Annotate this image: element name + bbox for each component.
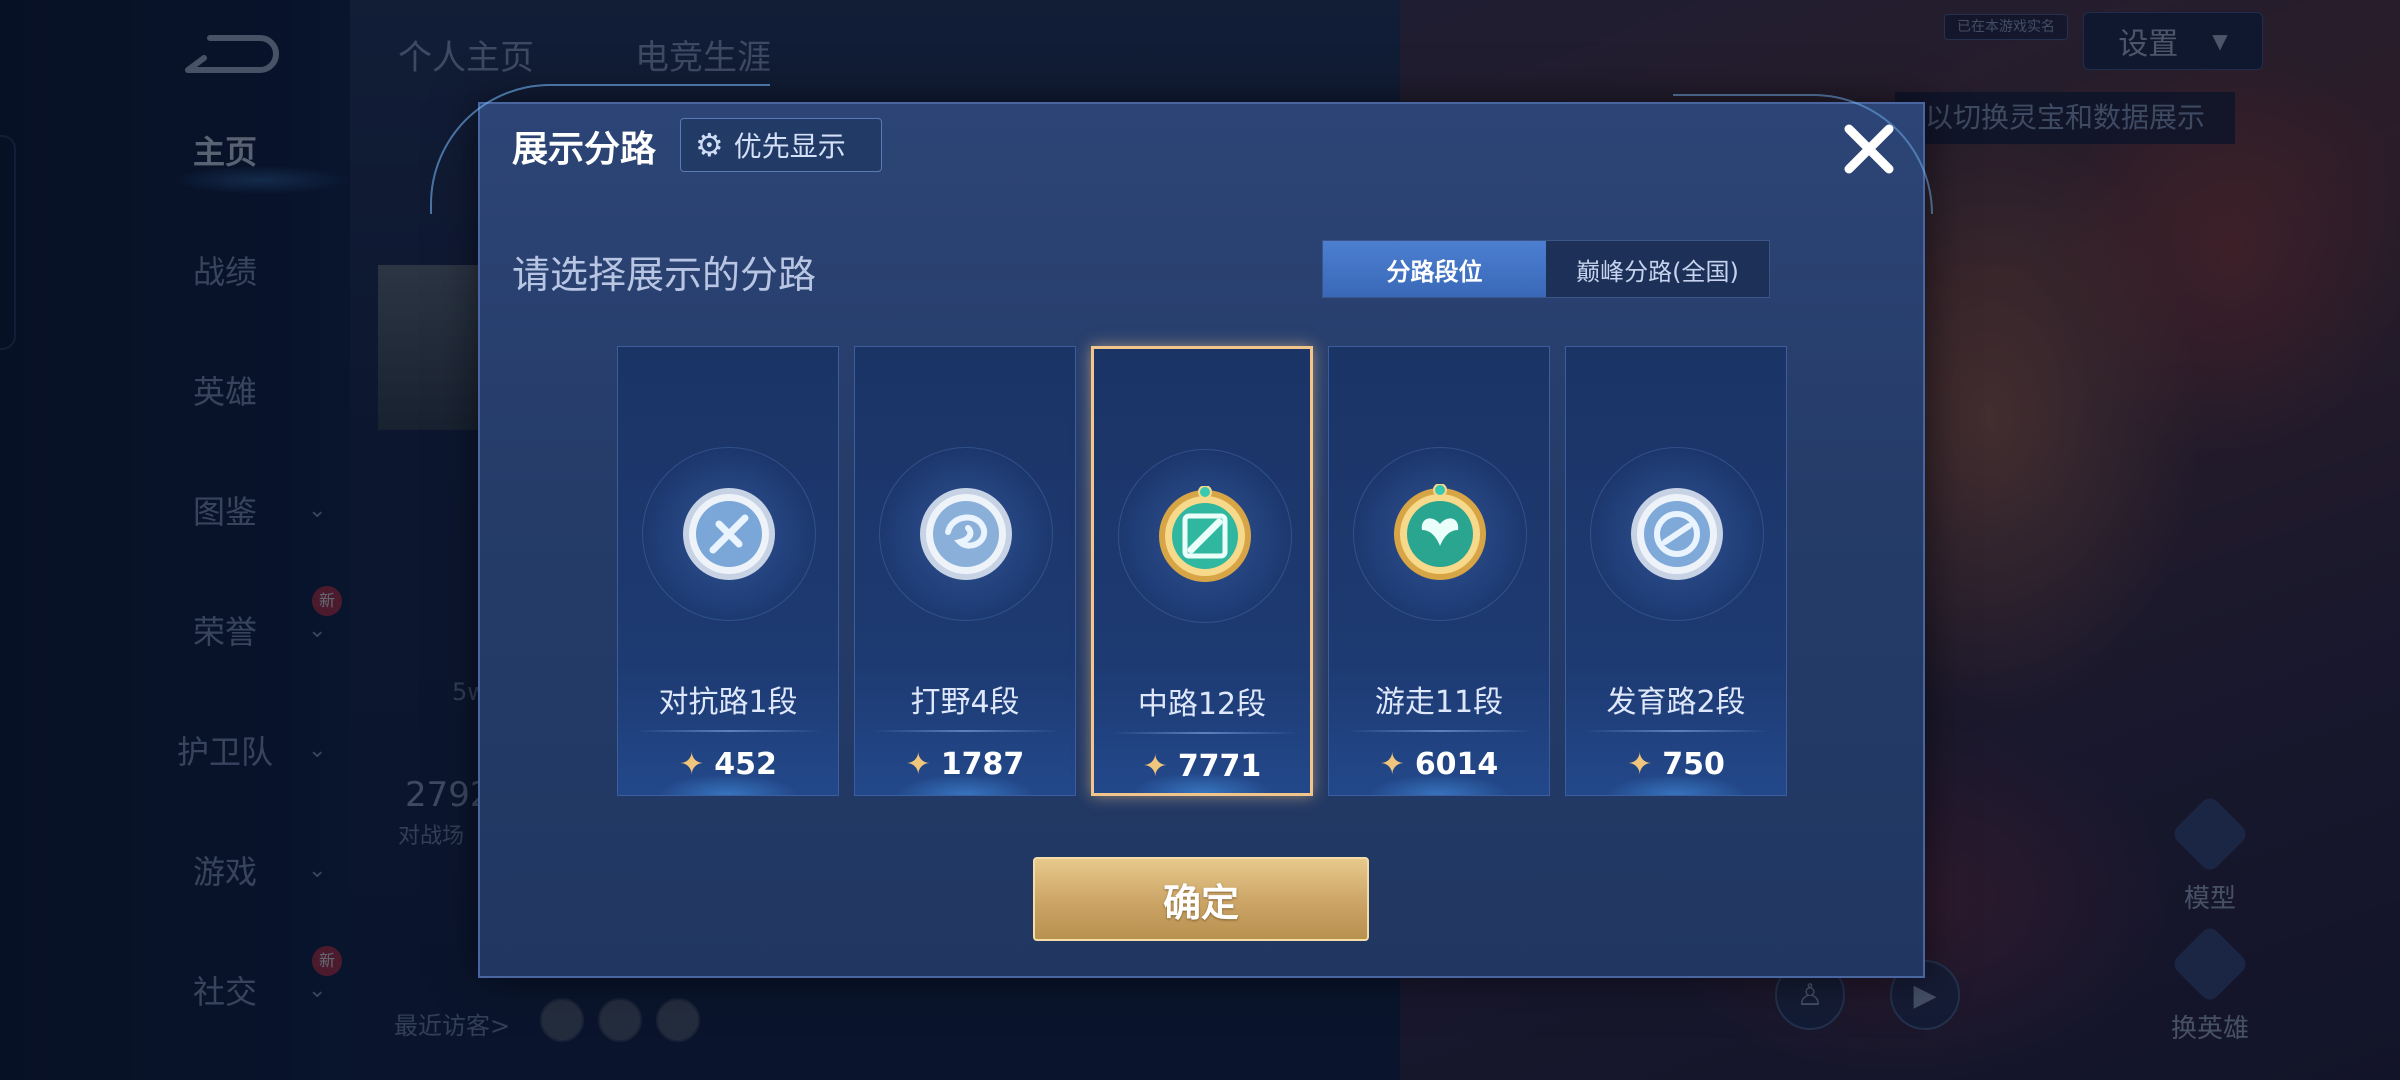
lane-rank-label: 发育路2段 xyxy=(1606,685,1746,720)
dialog-subtitle: 请选择展示的分路 xyxy=(512,253,817,297)
lane-card-glow xyxy=(618,735,838,795)
lane-rank-label: 对抗路1段 xyxy=(658,685,798,720)
confirm-button[interactable]: 确定 xyxy=(1033,857,1369,941)
divider xyxy=(1584,730,1770,732)
lane-display-dialog: 展示分路 ⚙ 优先显示 请选择展示的分路 分路段位 巅峰分路(全国) 对抗路1段… xyxy=(430,84,1933,978)
dialog-title: 展示分路 xyxy=(512,129,657,170)
roam-wings-icon xyxy=(1390,483,1490,584)
lane-card[interactable]: 中路12段✦7771 xyxy=(1091,346,1313,796)
close-button[interactable] xyxy=(1834,114,1904,184)
lane-rank-label: 中路12段 xyxy=(1137,687,1267,722)
lane-card[interactable]: 游走11段✦6014 xyxy=(1328,346,1550,796)
mid-lane-icon xyxy=(1155,485,1255,586)
gear-icon: ⚙ xyxy=(695,126,724,164)
lane-mode-toggle: 分路段位 巅峰分路(全国) xyxy=(1322,240,1770,298)
close-icon xyxy=(1844,124,1894,174)
lane-rank-label: 游走11段 xyxy=(1374,685,1504,720)
lane-card-glow xyxy=(1566,735,1786,795)
lane-card-glow xyxy=(855,735,1075,795)
lane-card-glow xyxy=(1094,733,1310,793)
divider xyxy=(873,730,1059,732)
priority-display-button[interactable]: ⚙ 优先显示 xyxy=(680,118,882,172)
tab-peak-lane-national[interactable]: 巅峰分路(全国) xyxy=(1546,241,1769,297)
lane-rank-label: 打野4段 xyxy=(910,685,1020,720)
priority-display-label: 优先显示 xyxy=(733,130,846,163)
divider xyxy=(636,730,822,732)
jungle-dragon-icon xyxy=(916,484,1016,584)
farm-lane-icon xyxy=(1627,484,1727,584)
lane-card-glow xyxy=(1329,735,1549,795)
lane-card[interactable]: 打野4段✦1787 xyxy=(854,346,1076,796)
lane-card[interactable]: 对抗路1段✦452 xyxy=(617,346,839,796)
lane-card[interactable]: 发育路2段✦750 xyxy=(1565,346,1787,796)
divider xyxy=(1347,730,1533,732)
tab-lane-rank[interactable]: 分路段位 xyxy=(1323,241,1546,297)
clash-lane-icon xyxy=(679,484,779,584)
